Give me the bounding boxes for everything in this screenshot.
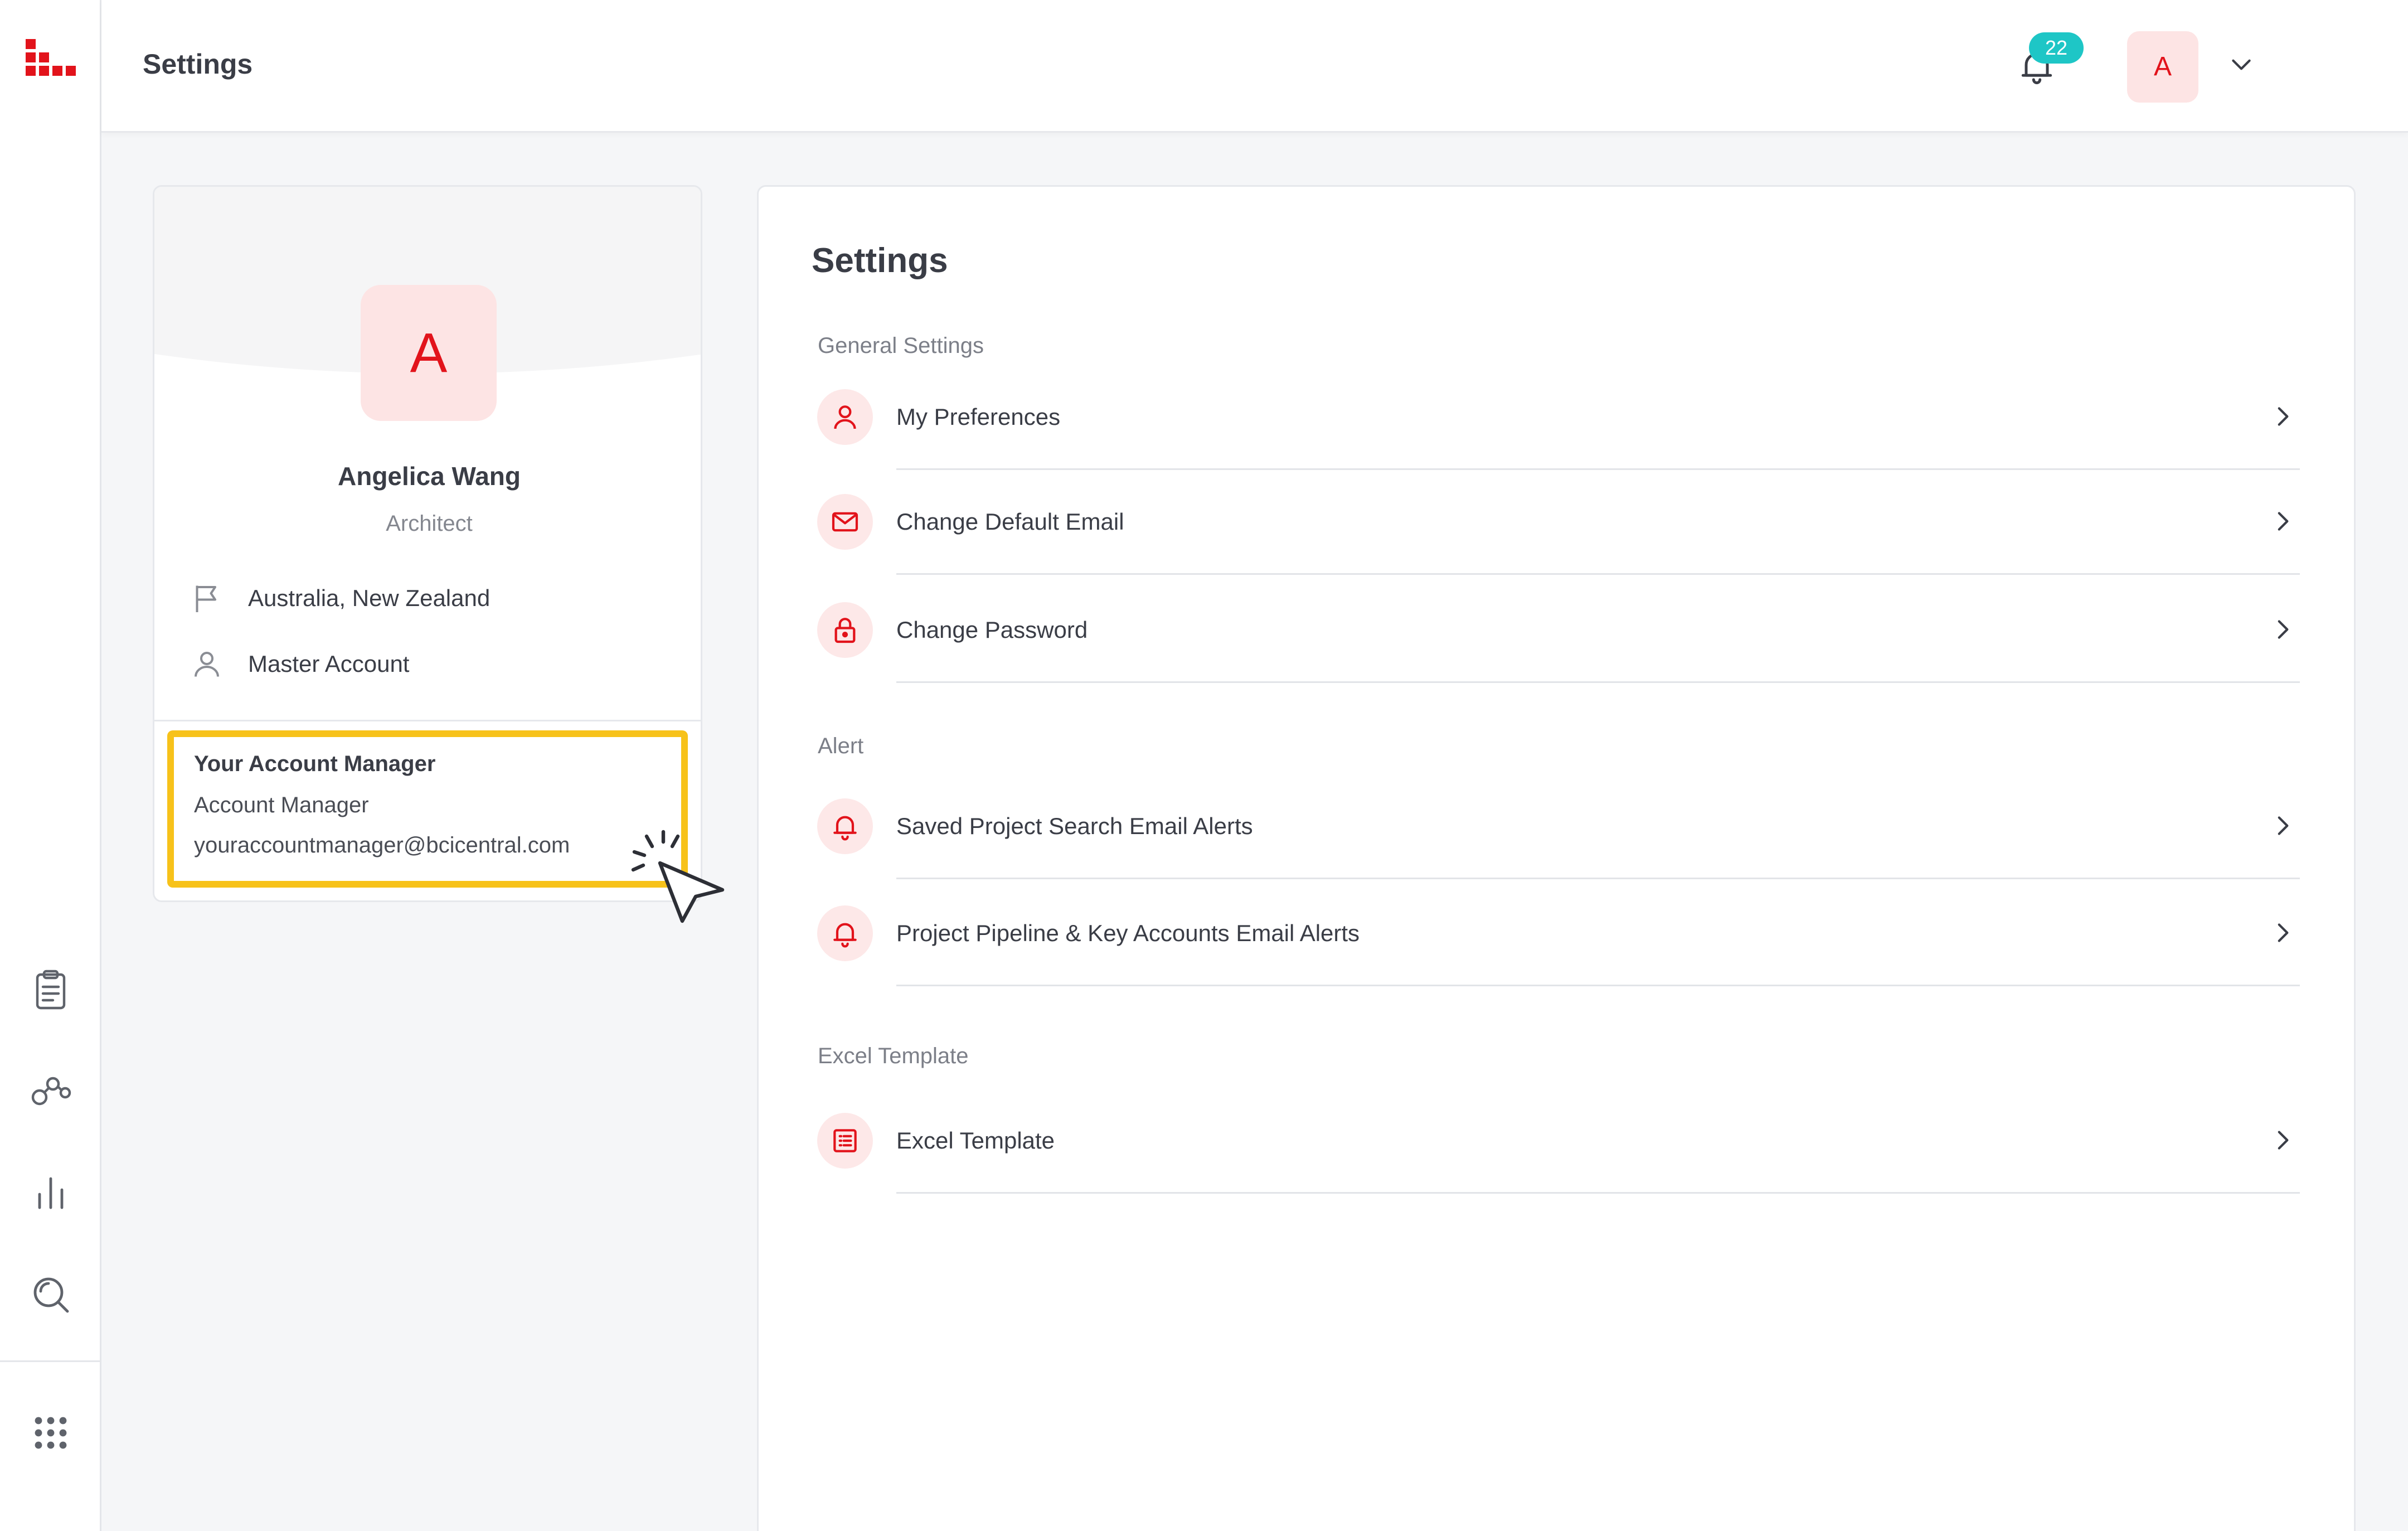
account-manager-name: Account Manager: [194, 793, 369, 817]
profile-account-type: Master Account: [248, 651, 410, 677]
icon-badge: [817, 389, 873, 445]
chevron-right-icon: [2278, 407, 2289, 426]
settings-item-label: Change Password: [896, 617, 1088, 643]
section-label-general: General Settings: [818, 333, 984, 358]
settings-item-change-password[interactable]: Change Password: [817, 576, 2302, 683]
side-rail: [0, 0, 101, 1531]
profile-region: Australia, New Zealand: [248, 585, 491, 611]
list-icon: [833, 1129, 857, 1152]
settings-item-label: Project Pipeline & Key Accounts Email Al…: [896, 920, 1360, 946]
settings-item-label: My Preferences: [896, 404, 1061, 430]
chevron-right-icon: [2278, 1131, 2289, 1150]
profile-avatar: A: [361, 285, 497, 421]
settings-item-change-default-email[interactable]: Change Default Email: [817, 468, 2302, 575]
lock-icon: [834, 618, 856, 643]
search-icon[interactable]: [28, 1272, 73, 1317]
brand-logo-icon[interactable]: [22, 36, 78, 91]
icon-badge: [817, 798, 873, 854]
settings-item-label: Saved Project Search Email Alerts: [896, 813, 1253, 839]
network-icon[interactable]: [28, 1068, 73, 1113]
section-label-excel-template: Excel Template: [818, 1044, 969, 1068]
chevron-right-icon: [2278, 512, 2289, 531]
app-window: Settings 22 A A Angelica Wang Architect …: [0, 0, 2408, 1531]
chevron-right-icon: [2278, 816, 2289, 835]
chevron-right-icon: [2278, 620, 2289, 639]
row-divider: [896, 878, 2300, 879]
settings-title: Settings: [812, 241, 948, 280]
clipboard-icon[interactable]: [28, 968, 73, 1012]
settings-item-label: Excel Template: [896, 1127, 1055, 1154]
section-label-alert: Alert: [818, 734, 864, 758]
icon-badge: [817, 905, 873, 961]
row-divider: [896, 985, 2300, 986]
user-icon: [834, 405, 856, 429]
row-divider: [896, 1192, 2300, 1194]
settings-item-pipeline-key-accounts-alerts[interactable]: Project Pipeline & Key Accounts Email Al…: [817, 880, 2302, 986]
top-bar: Settings: [101, 0, 2408, 133]
bell-icon: [833, 923, 857, 948]
profile-divider: [154, 720, 701, 721]
notification-count-badge[interactable]: 22: [2029, 32, 2084, 64]
profile-role: Architect: [386, 511, 473, 536]
settings-item-excel-template[interactable]: Excel Template: [817, 1087, 2302, 1194]
profile-name: Angelica Wang: [338, 462, 521, 491]
row-divider: [896, 573, 2300, 575]
chevron-down-icon[interactable]: [2227, 50, 2255, 78]
icon-badge: [817, 494, 873, 550]
account-manager-heading: Your Account Manager: [194, 752, 436, 776]
apps-grid-icon[interactable]: [28, 1411, 73, 1455]
settings-item-my-preferences[interactable]: My Preferences: [817, 364, 2302, 470]
mail-icon: [832, 512, 858, 532]
bell-icon: [833, 816, 857, 841]
icon-badge: [817, 1113, 873, 1169]
settings-item-saved-project-search-alerts[interactable]: Saved Project Search Email Alerts: [817, 773, 2302, 879]
bar-chart-icon[interactable]: [28, 1170, 73, 1214]
rail-divider: [0, 1360, 101, 1362]
user-icon: [195, 652, 219, 677]
flag-icon: [196, 585, 216, 612]
user-avatar[interactable]: A: [2127, 31, 2198, 103]
settings-item-label: Change Default Email: [896, 508, 1124, 535]
account-manager-email[interactable]: youraccountmanager@bcicentral.com: [194, 833, 570, 858]
click-cursor-icon: [631, 830, 725, 923]
icon-badge: [817, 602, 873, 658]
page-title: Settings: [143, 49, 253, 80]
chevron-right-icon: [2278, 923, 2289, 942]
row-divider: [896, 681, 2300, 683]
